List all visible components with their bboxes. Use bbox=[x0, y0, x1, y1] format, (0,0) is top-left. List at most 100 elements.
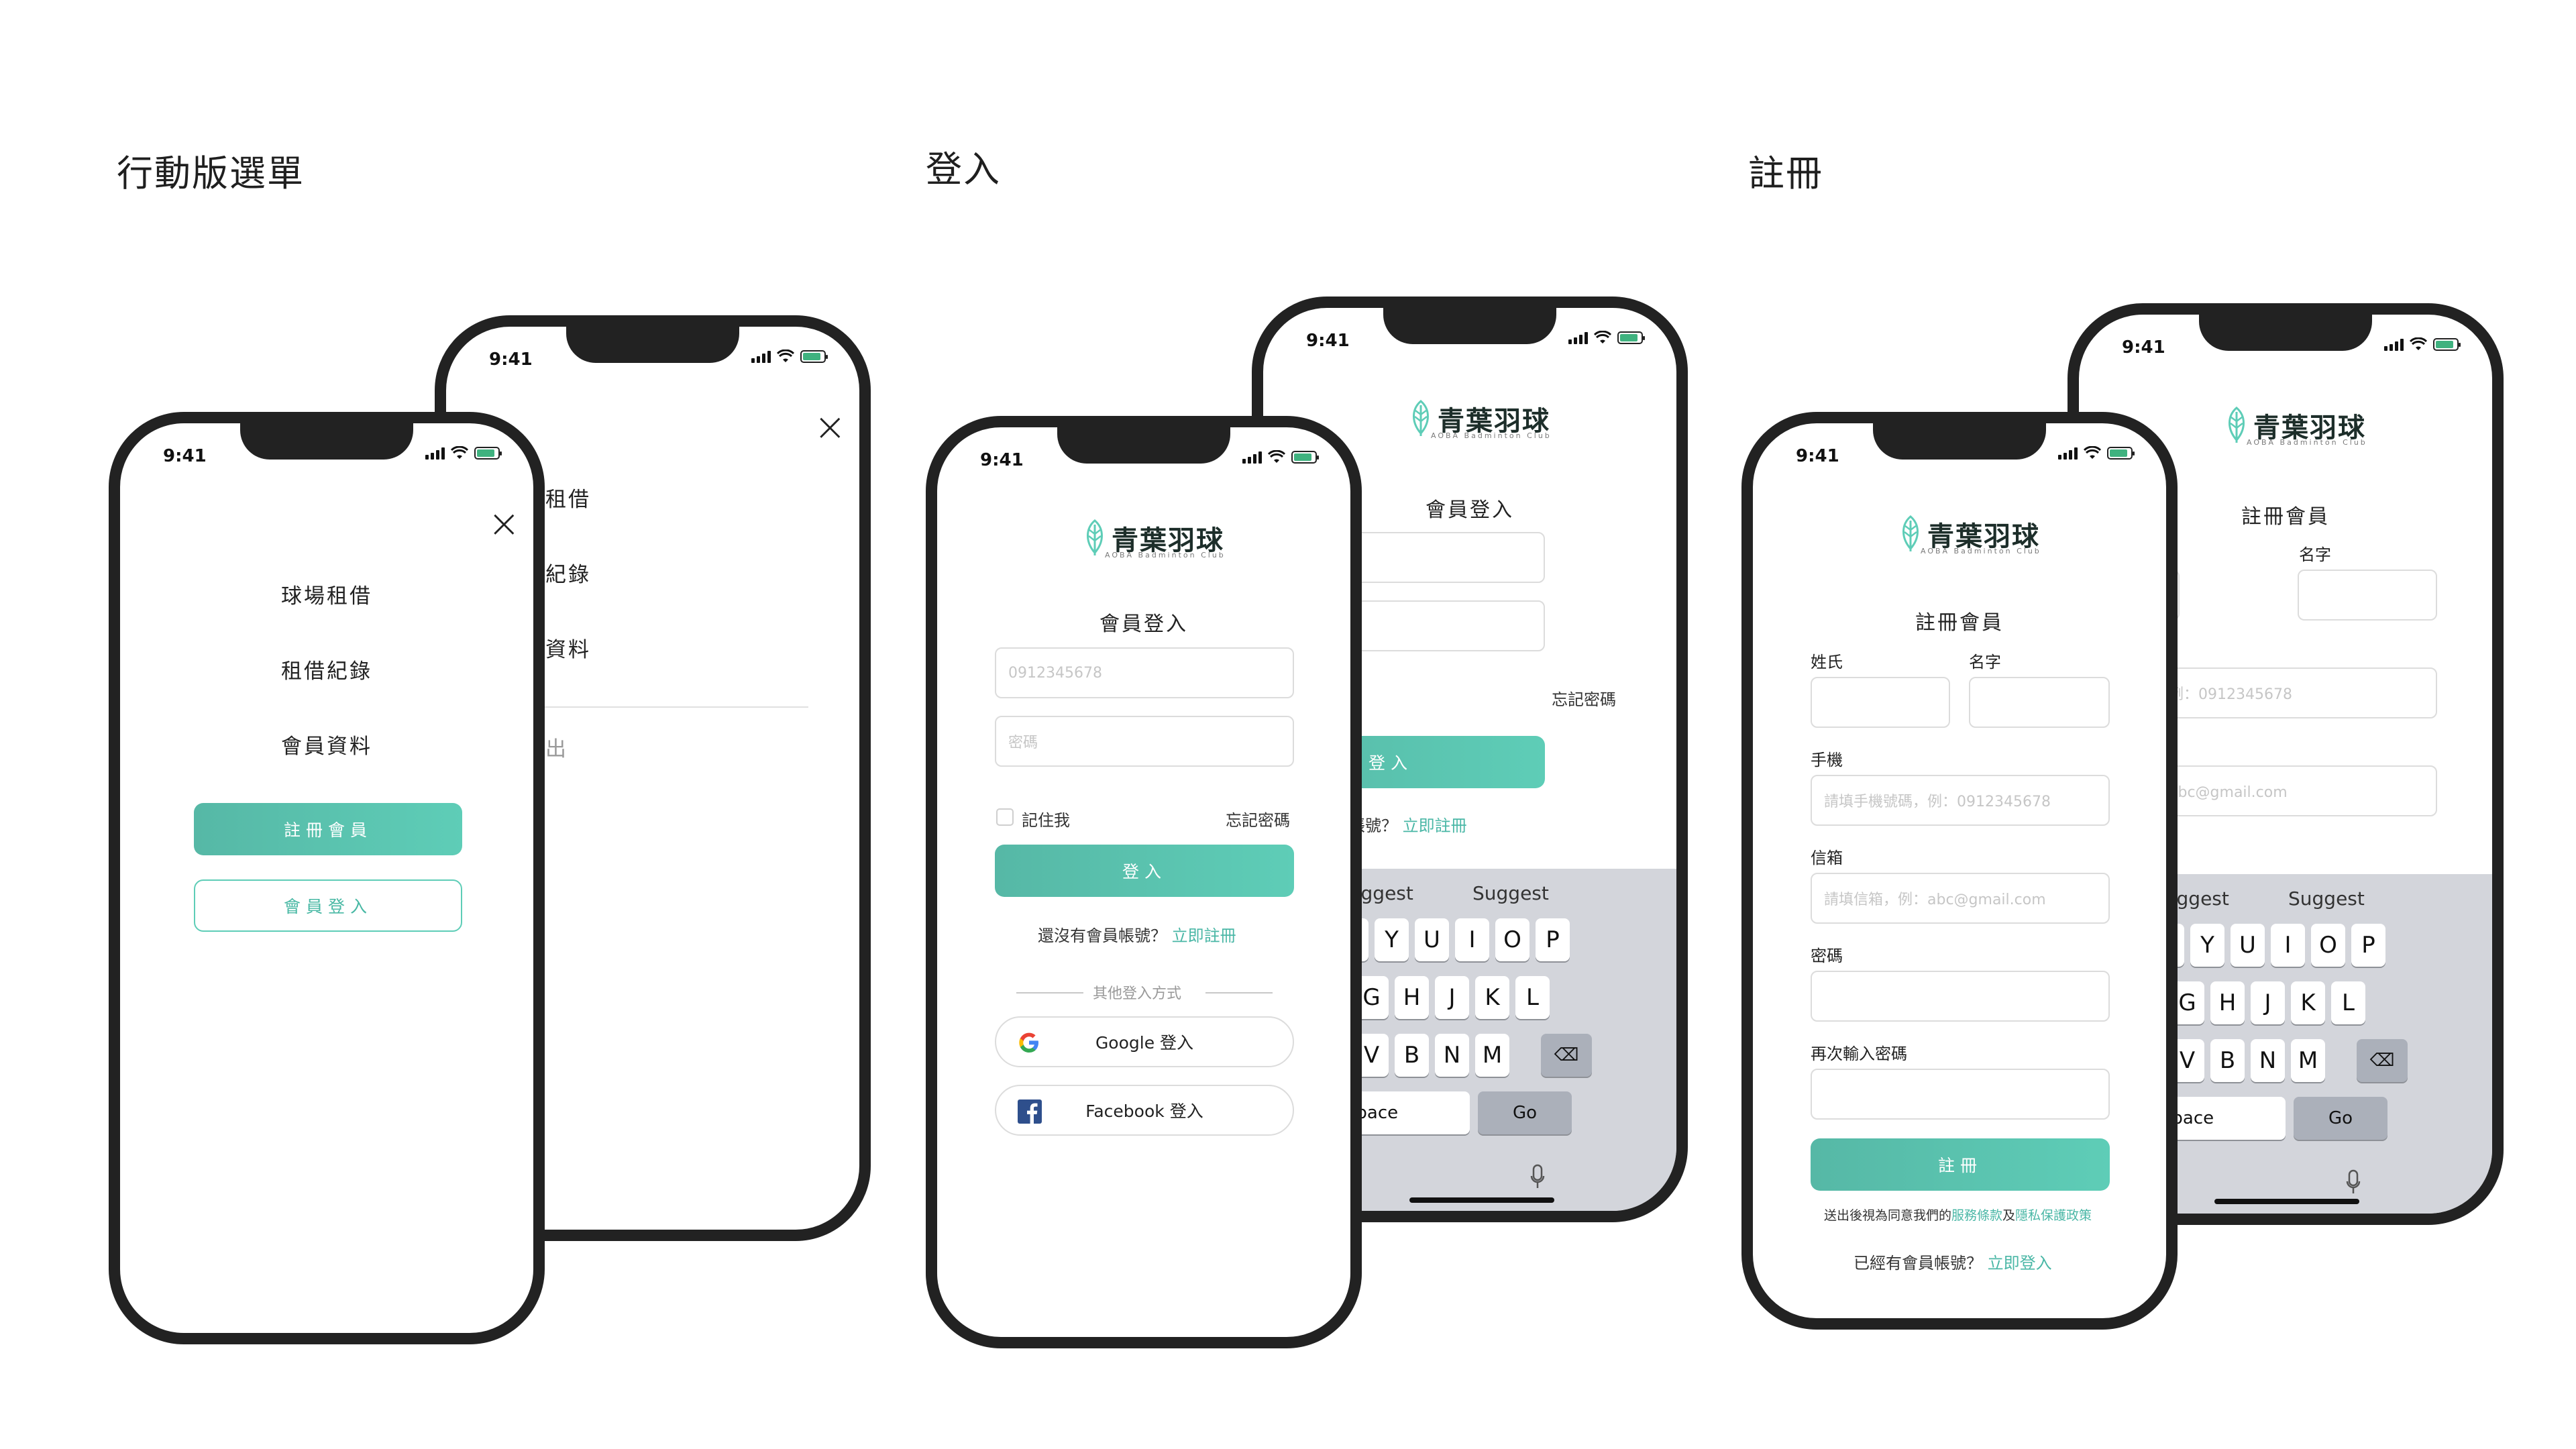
signal-icon bbox=[2058, 447, 2078, 460]
key-b[interactable]: B bbox=[2210, 1039, 2245, 1082]
key-i[interactable]: I bbox=[1455, 918, 1489, 961]
key-m[interactable]: M bbox=[1475, 1034, 1509, 1077]
register-member-button[interactable]: 註冊會員 bbox=[194, 803, 462, 855]
key-b[interactable]: B bbox=[1395, 1034, 1429, 1077]
section-title-register: 註冊 bbox=[1748, 152, 1823, 195]
wifi-icon bbox=[2410, 337, 2427, 350]
login-submit-button[interactable]: 登入 bbox=[995, 845, 1294, 897]
go-key[interactable]: Go bbox=[1478, 1091, 1572, 1134]
last-name-label: 姓氏 bbox=[1811, 653, 1843, 672]
leaf-logo-icon bbox=[1902, 515, 1919, 551]
key-k[interactable]: K bbox=[1475, 976, 1509, 1019]
key-j[interactable]: J bbox=[1435, 976, 1469, 1019]
phone-notch bbox=[566, 327, 739, 363]
status-time: 9:41 bbox=[489, 350, 533, 370]
email-input[interactable]: 請填信箱，例：abc@gmail.com bbox=[1811, 873, 2110, 924]
close-icon[interactable]: × bbox=[488, 504, 521, 543]
key-i[interactable]: I bbox=[2271, 924, 2305, 967]
key-n[interactable]: N bbox=[2251, 1039, 2285, 1082]
status-icons bbox=[751, 350, 828, 363]
member-login-button[interactable]: 會員登入 bbox=[194, 879, 462, 932]
privacy-policy-link[interactable]: 隱私保護政策 bbox=[2015, 1208, 2092, 1223]
facebook-login-label: Facebook 登入 bbox=[1085, 1102, 1203, 1121]
wifi-icon bbox=[777, 350, 794, 362]
status-icons bbox=[425, 446, 502, 460]
key-j[interactable]: J bbox=[2251, 981, 2285, 1024]
register-now-link[interactable]: 立即註冊 bbox=[1172, 926, 1236, 945]
status-time: 9:41 bbox=[2122, 337, 2165, 358]
key-h[interactable]: H bbox=[2210, 981, 2245, 1024]
phone-menu-guest: 9:41 × 球場租借 租借紀錄 會員資料 註冊會員 會員登入 bbox=[109, 412, 545, 1344]
keyboard-suggestion[interactable]: Suggest bbox=[2288, 888, 2365, 910]
key-p[interactable]: P bbox=[1536, 918, 1570, 961]
remember-me-label[interactable]: 記住我 bbox=[1022, 807, 1070, 830]
key-o[interactable]: O bbox=[2311, 924, 2345, 967]
register-now-link[interactable]: 立即註冊 bbox=[1403, 816, 1467, 835]
forgot-password-link[interactable]: 忘記密碼 bbox=[1552, 686, 1616, 710]
password-input[interactable]: 密碼 bbox=[995, 716, 1294, 767]
status-icons bbox=[2058, 446, 2135, 460]
leaf-logo-icon bbox=[1087, 519, 1103, 555]
menu-item-member-profile[interactable]: 會員資料 bbox=[120, 729, 533, 759]
first-name-label: 名字 bbox=[1969, 653, 2001, 672]
register-submit-button[interactable]: 註冊 bbox=[1811, 1138, 2110, 1191]
password-confirm-label: 再次輸入密碼 bbox=[1811, 1044, 1907, 1063]
phone-login: 9:41 青葉羽球 AOBA Badminton Club 會員登入 09123… bbox=[926, 416, 1362, 1348]
close-icon[interactable]: × bbox=[814, 407, 847, 446]
battery-icon bbox=[2107, 447, 2135, 460]
keyboard-suggestion[interactable]: Suggest bbox=[1472, 882, 1549, 904]
login-now-link[interactable]: 立即登入 bbox=[1988, 1254, 2052, 1273]
key-o[interactable]: O bbox=[1495, 918, 1529, 961]
status-icons bbox=[2384, 337, 2461, 351]
key-n[interactable]: N bbox=[1435, 1034, 1469, 1077]
brand-subtitle: AOBA Badminton Club bbox=[1431, 431, 1552, 440]
microphone-icon[interactable] bbox=[1530, 1164, 1545, 1191]
last-name-input[interactable] bbox=[1811, 677, 1950, 728]
wifi-icon bbox=[2084, 446, 2101, 459]
brand-logo: 青葉羽球 AOBA Badminton Club bbox=[1083, 519, 1224, 559]
status-icons bbox=[1242, 450, 1319, 464]
facebook-login-button[interactable]: Facebook 登入 bbox=[995, 1085, 1294, 1136]
remember-me-checkbox[interactable] bbox=[996, 808, 1014, 826]
phone-input[interactable]: 請填手機號碼，例：0912345678 bbox=[1811, 775, 2110, 826]
signal-icon bbox=[2384, 339, 2404, 351]
google-login-button[interactable]: Google 登入 bbox=[995, 1016, 1294, 1067]
password-input[interactable] bbox=[1811, 971, 2110, 1022]
first-name-input[interactable] bbox=[1969, 677, 2110, 728]
register-title: 註冊會員 bbox=[1915, 611, 2004, 635]
microphone-icon[interactable] bbox=[2346, 1169, 2361, 1196]
menu-item-rental-history[interactable]: 租借紀錄 bbox=[120, 654, 533, 684]
battery-icon bbox=[800, 350, 828, 363]
key-y[interactable]: Y bbox=[2190, 924, 2224, 967]
key-k[interactable]: K bbox=[2291, 981, 2325, 1024]
key-y[interactable]: Y bbox=[1375, 918, 1409, 961]
key-p[interactable]: P bbox=[2351, 924, 2385, 967]
wifi-icon bbox=[451, 446, 468, 459]
facebook-icon bbox=[1018, 1099, 1042, 1124]
google-icon bbox=[1019, 1032, 1038, 1053]
backspace-key[interactable]: ⌫ bbox=[1541, 1034, 1592, 1077]
status-time: 9:41 bbox=[980, 450, 1024, 470]
go-key[interactable]: Go bbox=[2294, 1097, 2387, 1140]
password-label: 密碼 bbox=[1811, 947, 1843, 965]
first-name-label: 名字 bbox=[2299, 545, 2331, 564]
phone-input[interactable]: 0912345678 bbox=[995, 647, 1294, 698]
terms-of-service-link[interactable]: 服務條款 bbox=[1951, 1208, 2002, 1223]
menu-item-court-rental[interactable]: 球場租借 bbox=[120, 579, 533, 609]
key-l[interactable]: L bbox=[2331, 981, 2365, 1024]
have-account-text: 已經有會員帳號？ 立即登入 bbox=[1854, 1254, 2052, 1273]
key-u[interactable]: U bbox=[1415, 918, 1449, 961]
key-h[interactable]: H bbox=[1395, 976, 1429, 1019]
phone-notch bbox=[1057, 427, 1230, 464]
phone-notch bbox=[2199, 315, 2372, 351]
forgot-password-link[interactable]: 忘記密碼 bbox=[1226, 807, 1290, 830]
password-confirm-input[interactable] bbox=[1811, 1069, 2110, 1120]
first-name-input[interactable] bbox=[2298, 570, 2437, 621]
brand-logo: 青葉羽球 AOBA Badminton Club bbox=[2225, 406, 2366, 447]
home-indicator bbox=[1409, 1197, 1554, 1203]
key-l[interactable]: L bbox=[1515, 976, 1550, 1019]
key-m[interactable]: M bbox=[2291, 1039, 2325, 1082]
terms-text: 送出後視為同意我們的服務條款及隱私保護政策 bbox=[1824, 1208, 2092, 1223]
backspace-key[interactable]: ⌫ bbox=[2357, 1039, 2408, 1082]
key-u[interactable]: U bbox=[2231, 924, 2265, 967]
